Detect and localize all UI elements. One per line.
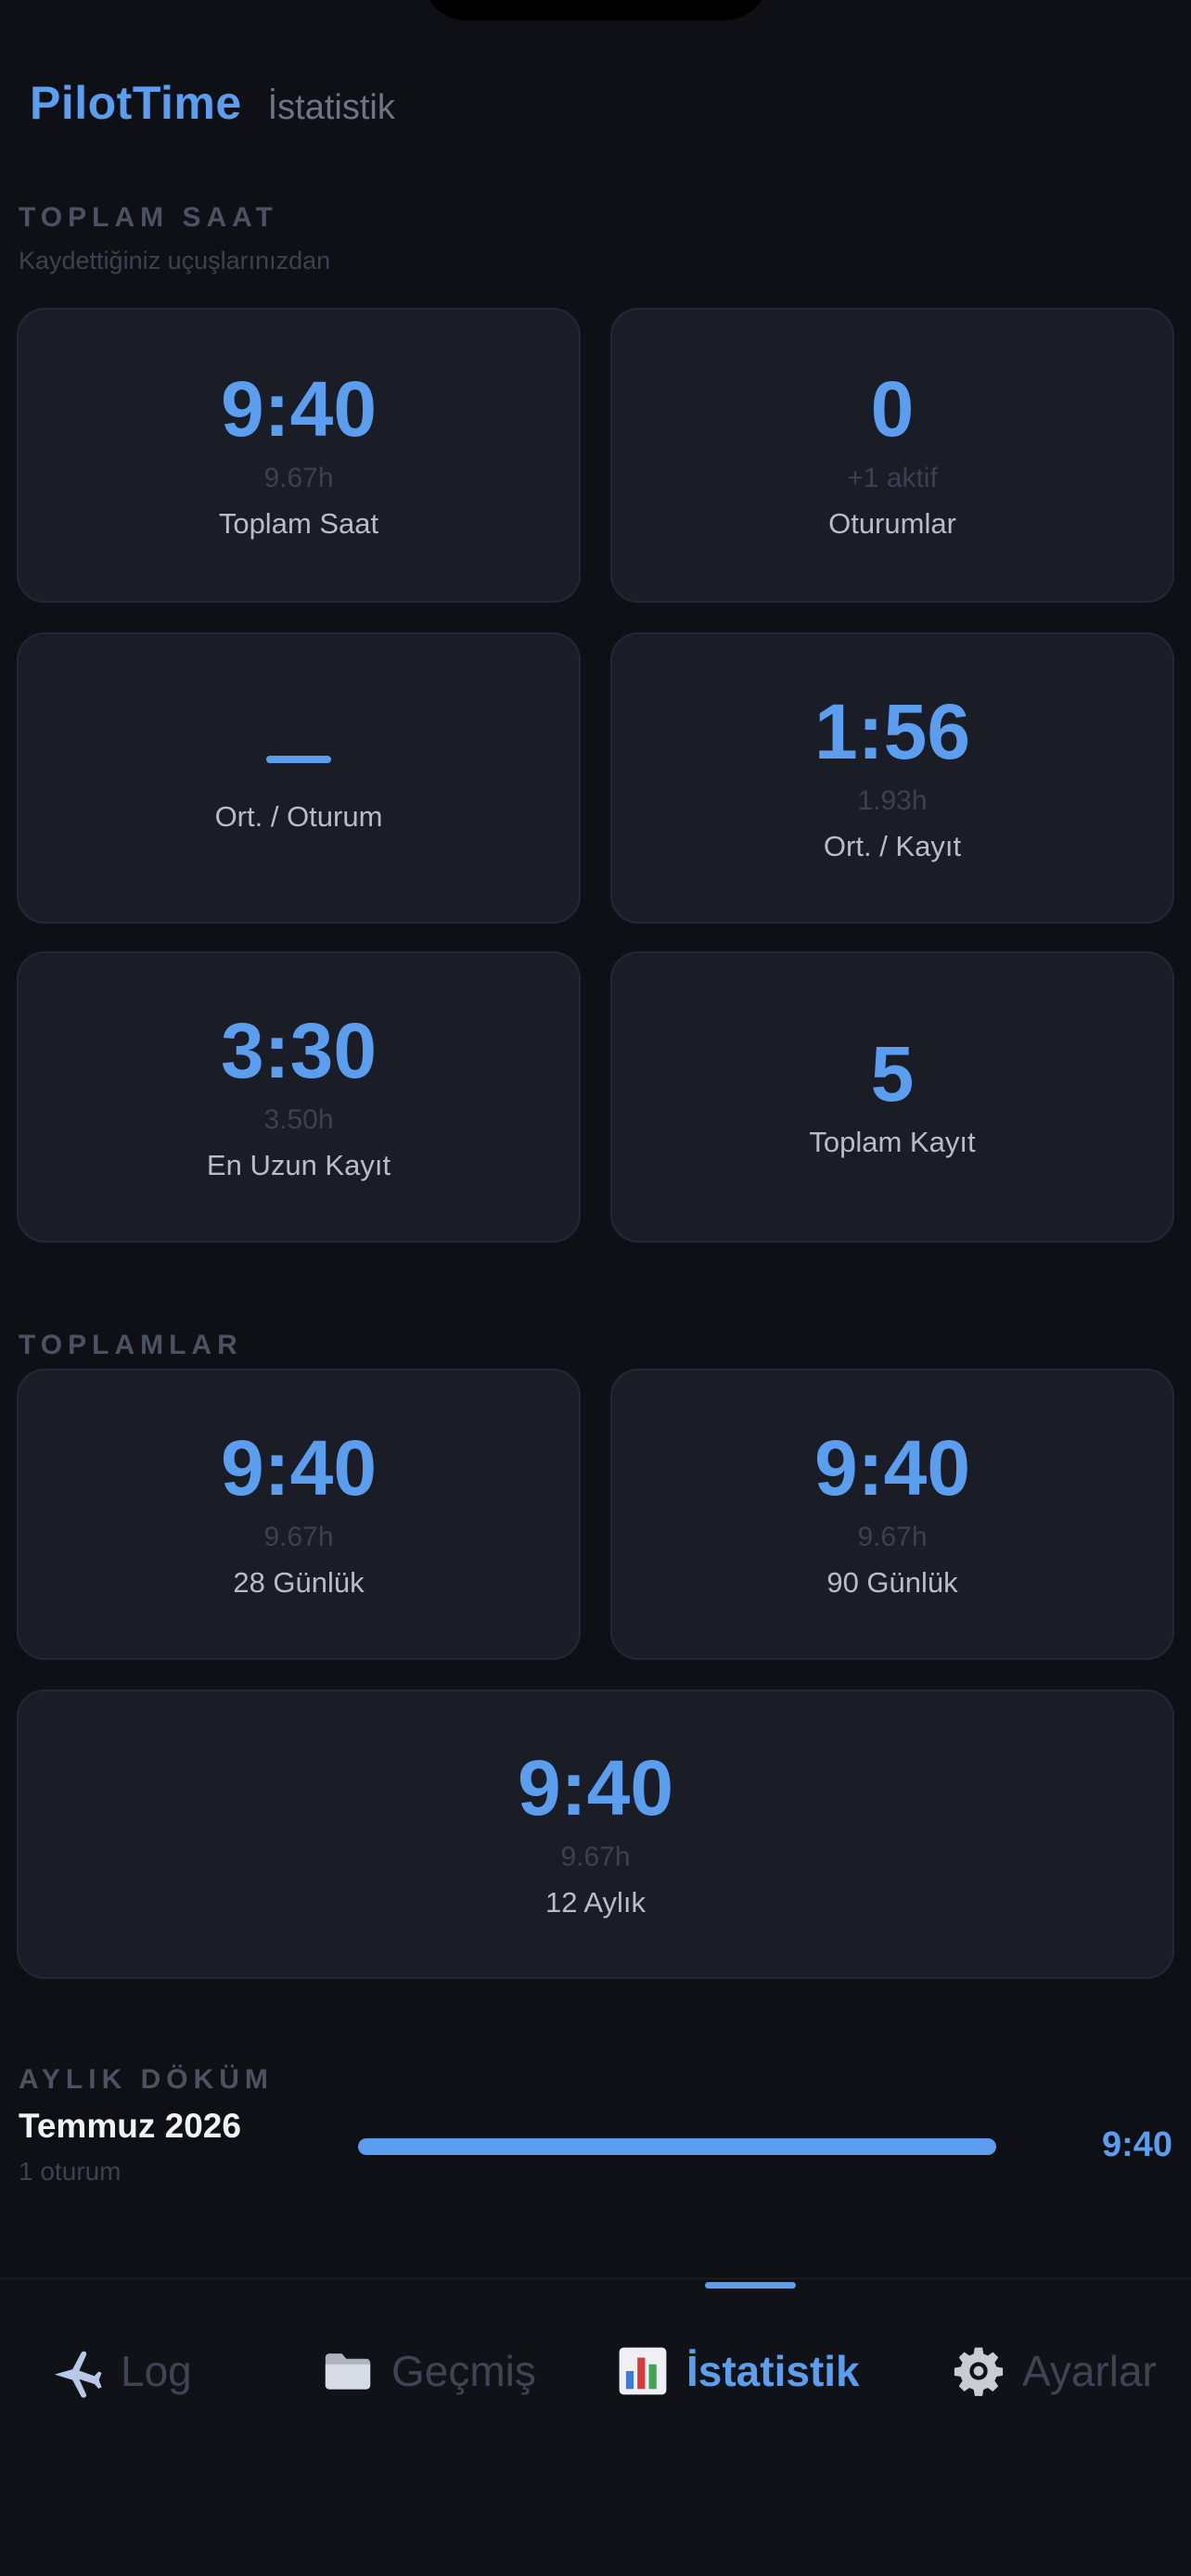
month-total: 9:40 <box>1101 2125 1172 2164</box>
tab-log[interactable]: Log <box>50 2344 192 2398</box>
stat-card-28-day: 9:40 9.67h 28 Günlük <box>17 1369 581 1660</box>
tab-statistics[interactable]: İstatistik <box>616 2344 860 2398</box>
empty-value-dash <box>266 756 331 763</box>
stat-label: Ort. / Oturum <box>214 800 383 833</box>
stat-decimal: 1.93h <box>857 785 928 816</box>
month-progress-bar <box>358 2138 996 2155</box>
stat-label: 90 Günlük <box>826 1566 958 1599</box>
page-title: İstatistik <box>267 88 395 127</box>
stat-value: 3:30 <box>220 1007 378 1094</box>
stat-value: 5 <box>870 1030 915 1117</box>
stat-label: Ort. / Kayıt <box>823 830 962 862</box>
stat-decimal: 3.50h <box>263 1104 334 1135</box>
stat-active-count: +1 aktif <box>847 463 938 493</box>
folder-icon <box>325 2353 371 2390</box>
stat-value: 9:40 <box>813 1424 971 1511</box>
stat-card-avg-per-session: Ort. / Oturum <box>17 632 581 924</box>
stat-card-12-month: 9:40 9.67h 12 Aylık <box>17 1690 1174 1979</box>
stat-decimal: 9.67h <box>263 463 334 493</box>
stat-value: 0 <box>870 365 915 453</box>
tab-history[interactable]: Geçmiş <box>321 2344 536 2398</box>
section-total-hours-label: TOPLAM SAAT <box>19 202 278 233</box>
gear-icon <box>954 2347 1004 2396</box>
stat-card-total-records: 5 Toplam Kayıt <box>610 951 1174 1243</box>
stat-decimal: 9.67h <box>560 1842 631 1872</box>
tab-bar <box>0 2277 1191 2576</box>
stat-card-longest-record: 3:30 3.50h En Uzun Kayıt <box>17 951 581 1243</box>
stat-label: 12 Aylık <box>544 1886 646 1919</box>
section-total-hours-sublabel: Kaydettiğiniz uçuşlarınızdan <box>19 247 331 274</box>
section-totals-label: TOPLAMLAR <box>19 1330 243 1360</box>
stat-card-avg-per-record: 1:56 1.93h Ort. / Kayıt <box>610 632 1174 924</box>
stat-card-90-day: 9:40 9.67h 90 Günlük <box>610 1369 1174 1660</box>
statistics-screen: PilotTime İstatistik TOPLAM SAAT Kaydett… <box>0 0 1191 2576</box>
tab-label: Log <box>121 2347 192 2395</box>
stat-label: Oturumlar <box>828 507 956 540</box>
bar-chart-icon <box>619 2347 667 2395</box>
tab-label: İstatistik <box>686 2347 860 2395</box>
header: PilotTime İstatistik <box>30 76 395 130</box>
tab-settings[interactable]: Ayarlar <box>952 2344 1157 2398</box>
airplane-icon <box>54 2351 102 2398</box>
stat-decimal: 9.67h <box>857 1522 928 1552</box>
section-monthly-label: AYLIK DÖKÜM <box>19 2064 274 2095</box>
stat-value: 9:40 <box>517 1744 674 1831</box>
device-notch <box>422 0 769 20</box>
stat-label: Toplam Kayıt <box>809 1126 976 1158</box>
tab-label: Ayarlar <box>1022 2347 1157 2395</box>
app-title: PilotTime <box>30 77 242 129</box>
stat-label: En Uzun Kayıt <box>206 1149 391 1181</box>
stat-card-sessions: 0 +1 aktif Oturumlar <box>610 308 1174 603</box>
month-session-count: 1 oturum <box>19 2157 122 2186</box>
tab-label: Geçmiş <box>391 2347 536 2395</box>
active-tab-indicator <box>705 2282 796 2289</box>
month-name: Temmuz 2026 <box>19 2107 241 2145</box>
stat-card-total-hours: 9:40 9.67h Toplam Saat <box>17 308 581 603</box>
stat-value: 1:56 <box>813 688 971 775</box>
stat-value: 9:40 <box>220 1424 378 1511</box>
stat-label: Toplam Saat <box>218 507 379 540</box>
stat-value: 9:40 <box>220 365 378 453</box>
stat-decimal: 9.67h <box>263 1522 334 1552</box>
stat-label: 28 Günlük <box>233 1566 365 1599</box>
